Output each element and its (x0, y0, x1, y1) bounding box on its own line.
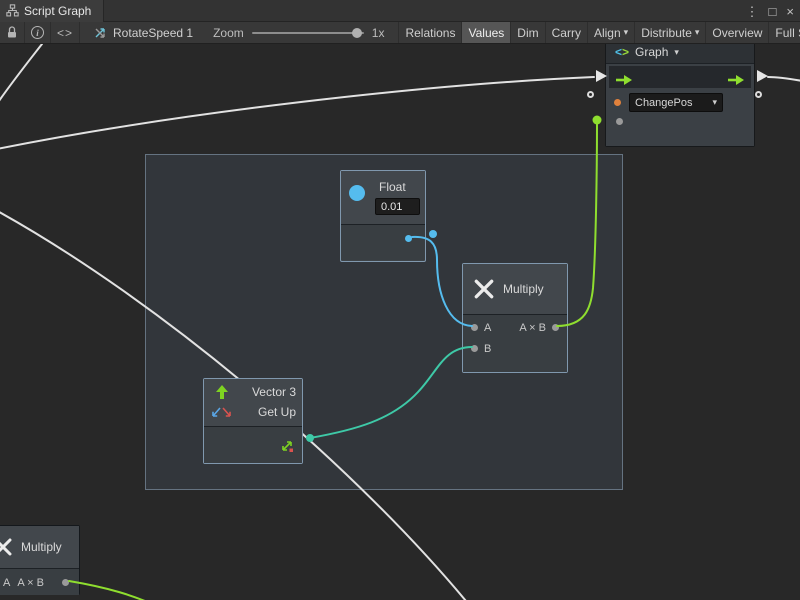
window-title: Script Graph (24, 4, 91, 18)
input-label-a: A (3, 577, 10, 589)
get-up-subtitle: Get Up (258, 405, 296, 419)
float-node-footer (341, 224, 425, 260)
zoom-label: Zoom (213, 26, 244, 40)
zoom-slider[interactable] (252, 32, 364, 34)
flow-output-triangle-port[interactable] (757, 70, 768, 82)
values-button[interactable]: Values (461, 22, 510, 44)
multiply-partial-header: Multiply (0, 526, 79, 568)
overview-button[interactable]: Overview (705, 22, 768, 44)
window-tab-script-graph[interactable]: Script Graph (0, 0, 104, 22)
graph-reference-label: RotateSpeed 1 (113, 26, 193, 40)
float-node-header: Float 0.01 (341, 171, 425, 224)
window-menu-icon[interactable]: ⋮ (746, 5, 759, 18)
multiply-icon (473, 278, 495, 300)
carry-button[interactable]: Carry (545, 22, 587, 44)
vector3-get-up-node[interactable]: Vector 3 Get Up (203, 378, 303, 464)
lock-icon (6, 26, 18, 39)
multiply-partial-title: Multiply (21, 540, 62, 554)
code-view-button[interactable]: <> (51, 22, 80, 44)
multiply-node-header: Multiply (463, 264, 567, 314)
info-button[interactable]: i (25, 22, 51, 44)
move-vector-icon (280, 439, 294, 453)
changepos-dropdown[interactable]: ChangePos ▾ (629, 93, 723, 112)
graph-unit-body: ChangePos ▾ (606, 63, 754, 146)
port-row-a: A A × B (0, 569, 79, 596)
float-value-input[interactable]: 0.01 (375, 198, 420, 215)
multiply-node-partial[interactable]: Multiply A A × B (0, 525, 80, 595)
chevron-down-icon: ▾ (624, 27, 629, 38)
value-output-circle-port[interactable] (755, 91, 762, 98)
graph-unit-node[interactable]: <> Graph ▾ ChangePos ▾ (605, 44, 755, 147)
chevron-down-icon: ▾ (712, 97, 717, 108)
port-row-b: B (463, 338, 567, 359)
value-port[interactable] (616, 118, 623, 125)
zoom-control: Zoom 1x (207, 22, 390, 44)
script-graph-window-icon (6, 4, 19, 17)
output-label: A × B (17, 577, 44, 589)
chevron-down-icon: ▾ (695, 27, 700, 38)
flow-strip (609, 66, 751, 88)
output-port[interactable] (62, 579, 69, 586)
float-node[interactable]: Float 0.01 (340, 170, 426, 262)
port-row-a: A A × B (463, 317, 567, 338)
output-label: A × B (519, 322, 546, 334)
zoom-value: 1x (372, 26, 385, 40)
visual-script-icon: <> (615, 45, 629, 59)
vector3-node-footer (204, 426, 302, 463)
graph-asset-icon (94, 27, 108, 39)
multiply-partial-body: A A × B (0, 568, 79, 595)
wire-connection[interactable] (768, 77, 800, 82)
info-icon: i (31, 26, 44, 39)
distribute-dropdown-button[interactable]: Distribute▾ (634, 22, 705, 44)
graph-unit-header[interactable]: <> Graph ▾ (606, 44, 754, 63)
graph-toolbar: i <> RotateSpeed 1 Zoom 1x Relations Val… (0, 22, 800, 44)
close-icon[interactable]: × (786, 5, 794, 18)
relations-button[interactable]: Relations (398, 22, 461, 44)
value-input-circle-port[interactable] (587, 91, 594, 98)
graph-canvas[interactable]: <> Graph ▾ ChangePos ▾ (0, 44, 800, 600)
titlebar: Script Graph ⋮ □ × (0, 0, 800, 22)
float-node-title: Float (379, 180, 406, 194)
input-label-b: B (484, 343, 491, 355)
input-label-a: A (484, 322, 491, 334)
fullscreen-button[interactable]: Full Screen (768, 22, 800, 44)
multiply-node-body: A A × B B (463, 314, 567, 372)
graph-reference[interactable]: RotateSpeed 1 (88, 22, 199, 44)
wire-connection[interactable] (0, 44, 42, 108)
multiply-icon (0, 537, 13, 557)
dim-button[interactable]: Dim (510, 22, 544, 44)
up-arrow-icon (215, 385, 229, 400)
float-output-port[interactable] (405, 235, 412, 242)
flow-input-triangle-port[interactable] (596, 70, 607, 82)
window-controls: ⋮ □ × (746, 0, 794, 22)
chevron-down-icon: ▾ (674, 47, 679, 58)
partial-multiply-output-wire[interactable] (69, 581, 165, 600)
code-icon: <> (57, 26, 73, 40)
direction-arrows-icon (210, 406, 234, 419)
wire-connection[interactable] (0, 77, 594, 150)
output-port[interactable] (552, 324, 559, 331)
float-type-icon (349, 185, 365, 201)
changepos-row: ChangePos ▾ (614, 93, 746, 112)
zoom-slider-knob[interactable] (352, 28, 362, 38)
flow-out-arrow-icon[interactable] (727, 74, 745, 86)
graph-unit-title: Graph (635, 45, 668, 59)
wire-knob[interactable] (593, 116, 602, 125)
vector3-node-title: Vector 3 (252, 385, 296, 399)
lock-button[interactable] (0, 22, 25, 44)
multiply-node-title: Multiply (503, 282, 544, 296)
multiply-node[interactable]: Multiply A A × B B (462, 263, 568, 373)
vector3-node-header: Vector 3 Get Up (204, 379, 302, 426)
flow-in-arrow-icon[interactable] (615, 74, 633, 86)
toolbar-buttons: Relations Values Dim Carry Align▾ Distri… (398, 22, 800, 44)
changepos-value: ChangePos (635, 97, 708, 109)
enum-port[interactable] (614, 99, 621, 106)
input-port-b[interactable] (471, 345, 478, 352)
maximize-icon[interactable]: □ (769, 5, 777, 18)
input-port-a[interactable] (471, 324, 478, 331)
align-dropdown-button[interactable]: Align▾ (587, 22, 634, 44)
